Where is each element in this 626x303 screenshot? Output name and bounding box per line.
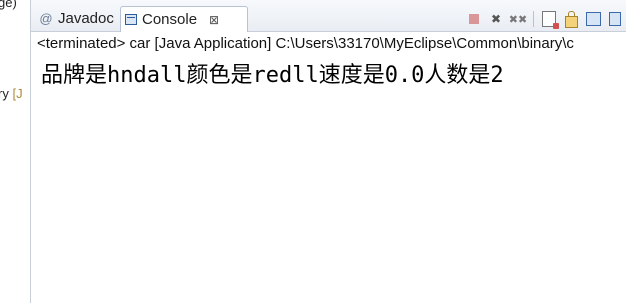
tab-javadoc-label: Javadoc: [58, 10, 114, 27]
tab-console[interactable]: Console ⊠: [120, 6, 248, 32]
left-pane-text-2-main: ry: [0, 86, 9, 101]
tab-javadoc[interactable]: @ Javadoc: [35, 6, 121, 31]
toolbar-separator: [533, 11, 534, 27]
tab-console-label: Console: [142, 11, 198, 28]
left-pane-text-2: ry [J: [0, 86, 23, 101]
remove-launch-icon[interactable]: ✖: [487, 10, 505, 28]
clear-console-icon[interactable]: [540, 10, 559, 29]
console-view: @ Javadoc Console ⊠ ✖ ✖✖ <terminated> ca…: [30, 0, 626, 303]
scroll-lock-icon[interactable]: [562, 10, 580, 28]
left-pane: ge) ry [J: [0, 0, 30, 303]
left-pane-text-1: ge): [0, 0, 17, 10]
display-selected-console-icon[interactable]: [606, 10, 624, 28]
left-pane-text-2-dim: [J: [12, 86, 23, 101]
console-toolbar: ✖ ✖✖: [463, 9, 626, 29]
close-icon[interactable]: ⊠: [209, 13, 219, 27]
console-icon: [125, 14, 137, 25]
at-icon: @: [39, 10, 53, 26]
view-tabbar: @ Javadoc Console ⊠ ✖ ✖✖: [31, 0, 626, 32]
console-output[interactable]: 品牌是hndall颜色是redll速度是0.0人数是2: [41, 57, 504, 89]
remove-all-terminated-icon[interactable]: ✖✖: [509, 10, 527, 28]
console-status-line: <terminated> car [Java Application] C:\U…: [37, 35, 574, 52]
pin-console-icon[interactable]: [584, 10, 602, 28]
terminate-icon[interactable]: [465, 10, 483, 28]
